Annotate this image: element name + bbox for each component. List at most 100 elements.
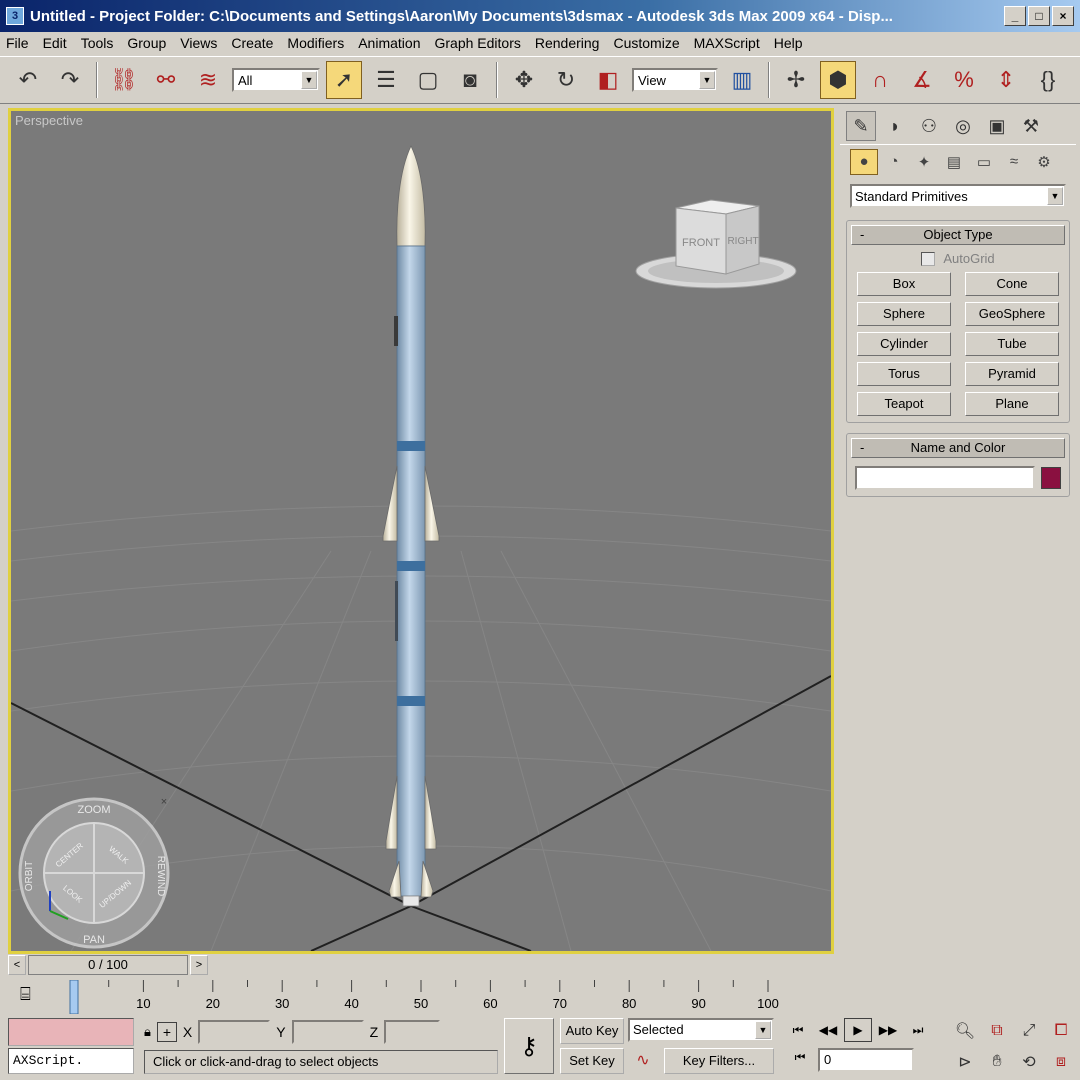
set-key-icon[interactable]: ⚷ xyxy=(504,1018,554,1074)
category-dropdown[interactable]: Standard Primitives ▼ xyxy=(850,184,1066,208)
menu-animation[interactable]: Animation xyxy=(358,35,420,51)
key-filters-button[interactable]: Key Filters... xyxy=(664,1048,774,1074)
name-and-color-header[interactable]: - Name and Color xyxy=(851,438,1065,458)
systems-icon[interactable]: ⚙ xyxy=(1030,149,1058,175)
viewcube[interactable]: FRONT RIGHT xyxy=(631,196,801,296)
track-bar[interactable]: 0102030405060708090100 xyxy=(8,980,834,1014)
previous-key-icon[interactable]: ◀◀ xyxy=(814,1018,842,1042)
viewcube-right-label[interactable]: RIGHT xyxy=(727,236,758,247)
time-marker[interactable] xyxy=(69,980,79,1014)
motion-tab-icon[interactable]: ◎ xyxy=(948,111,978,141)
hierarchy-tab-icon[interactable]: ⚇ xyxy=(914,111,944,141)
reference-coordinate-dropdown[interactable]: View ▼ xyxy=(632,68,718,92)
autogrid-checkbox[interactable] xyxy=(921,251,936,266)
menu-views[interactable]: Views xyxy=(180,35,217,51)
curve-editor-icon[interactable]: ∿ xyxy=(628,1050,658,1074)
track-bar-icon[interactable]: ⌸ xyxy=(20,984,31,1005)
zoom-extents-icon[interactable]: ⤢ xyxy=(1014,1018,1044,1044)
next-frame-arrow-icon[interactable]: > xyxy=(190,955,208,975)
rectangular-selection-icon[interactable]: ▢ xyxy=(410,61,446,99)
window-crossing-icon[interactable]: ◙ xyxy=(452,61,488,99)
cylinder-button[interactable]: Cylinder xyxy=(857,332,951,356)
select-and-link-icon[interactable]: ⛓ xyxy=(106,61,142,99)
menu-modifiers[interactable]: Modifiers xyxy=(287,35,344,51)
create-tab-icon[interactable]: ✎ xyxy=(846,111,876,141)
cameras-icon[interactable]: ▤ xyxy=(940,149,968,175)
minimize-button[interactable]: _ xyxy=(1004,6,1026,26)
z-coordinate-field[interactable] xyxy=(384,1020,441,1044)
object-color-swatch[interactable] xyxy=(1041,467,1061,489)
shapes-icon[interactable]: ◔ xyxy=(880,149,908,175)
display-tab-icon[interactable]: ▣ xyxy=(982,111,1012,141)
menu-help[interactable]: Help xyxy=(774,35,803,51)
edit-named-selection-icon[interactable]: {} xyxy=(1030,61,1066,99)
select-and-move-icon[interactable]: ✥ xyxy=(506,61,542,99)
absolute-mode-icon[interactable]: + xyxy=(156,1022,177,1042)
menu-create[interactable]: Create xyxy=(231,35,273,51)
maximize-button[interactable]: □ xyxy=(1028,6,1050,26)
app-icon[interactable]: 3 xyxy=(6,7,24,25)
snaps-toggle-icon[interactable]: ∩ xyxy=(862,61,898,99)
go-to-start-icon[interactable]: ⏮ xyxy=(784,1018,812,1042)
geometry-icon[interactable]: ● xyxy=(850,148,878,175)
auto-key-button[interactable]: Auto Key xyxy=(560,1018,624,1044)
tube-button[interactable]: Tube xyxy=(965,332,1059,356)
select-and-scale-icon[interactable]: ◧ xyxy=(590,61,626,99)
sphere-button[interactable]: Sphere xyxy=(857,302,951,326)
y-coordinate-field[interactable] xyxy=(291,1020,364,1044)
menu-rendering[interactable]: Rendering xyxy=(535,35,600,51)
steering-wheel[interactable]: ZOOM PAN ORBIT REWIND CENTER WALK LOOK U… xyxy=(16,791,176,951)
maxscript-mini-listener-top[interactable] xyxy=(8,1018,134,1046)
pan-view-icon[interactable]: ✋︎ xyxy=(982,1049,1012,1075)
modify-tab-icon[interactable]: ◗ xyxy=(880,111,910,141)
cone-button[interactable]: Cone xyxy=(965,272,1059,296)
teapot-button[interactable]: Teapot xyxy=(857,392,951,416)
play-icon[interactable]: ▶ xyxy=(844,1018,872,1042)
wheel-orbit-label[interactable]: ORBIT xyxy=(24,861,35,892)
go-to-end-icon[interactable]: ⏭ xyxy=(904,1018,932,1042)
lock-selection-icon[interactable]: 🔒︎ xyxy=(144,1024,151,1040)
object-type-header[interactable]: - Object Type xyxy=(851,225,1065,245)
menu-file[interactable]: File xyxy=(6,35,29,51)
zoom-icon[interactable]: 🔍︎ xyxy=(950,1018,980,1044)
select-by-name-icon[interactable]: ☰ xyxy=(368,61,404,99)
x-coordinate-field[interactable] xyxy=(198,1020,271,1044)
time-slider-thumb[interactable]: 0 / 100 xyxy=(28,955,188,975)
spinner-snap-icon[interactable]: ⇕ xyxy=(988,61,1024,99)
menu-customize[interactable]: Customize xyxy=(613,35,679,51)
select-object-icon[interactable]: ➚ xyxy=(326,61,362,99)
helpers-icon[interactable]: ▭ xyxy=(970,149,998,175)
geosphere-button[interactable]: GeoSphere xyxy=(965,302,1059,326)
pyramid-button[interactable]: Pyramid xyxy=(965,362,1059,386)
viewcube-front-label[interactable]: FRONT xyxy=(682,237,720,249)
key-mode-toggle-icon[interactable]: ⏮ xyxy=(788,1050,812,1072)
close-button[interactable]: × xyxy=(1052,6,1074,26)
box-button[interactable]: Box xyxy=(857,272,951,296)
space-warps-icon[interactable]: ≈ xyxy=(1000,149,1028,175)
menu-edit[interactable]: Edit xyxy=(43,35,67,51)
redo-icon[interactable]: ↷ xyxy=(52,61,88,99)
set-key-button[interactable]: Set Key xyxy=(560,1048,624,1074)
viewport-label[interactable]: Perspective xyxy=(15,113,83,128)
key-mode-dropdown[interactable]: Selected ▼ xyxy=(628,1018,774,1042)
plane-button[interactable]: Plane xyxy=(965,392,1059,416)
zoom-extents-all-icon[interactable]: ⧠ xyxy=(1046,1018,1076,1044)
zoom-all-icon[interactable]: ⧉ xyxy=(982,1018,1012,1044)
wheel-rewind-label[interactable]: REWIND xyxy=(155,856,166,897)
torus-button[interactable]: Torus xyxy=(857,362,951,386)
maximize-viewport-icon[interactable]: ⧈ xyxy=(1046,1049,1076,1075)
object-name-field[interactable] xyxy=(855,466,1035,490)
bind-to-space-warp-icon[interactable]: ≋ xyxy=(190,61,226,99)
field-of-view-icon[interactable]: ⊳ xyxy=(950,1049,980,1075)
wheel-pan-label[interactable]: PAN xyxy=(83,934,105,946)
autogrid-checkbox-row[interactable]: AutoGrid xyxy=(851,251,1065,266)
menu-group[interactable]: Group xyxy=(127,35,166,51)
wheel-zoom-label[interactable]: ZOOM xyxy=(78,804,111,816)
previous-frame-arrow-icon[interactable]: < xyxy=(8,955,26,975)
menu-tools[interactable]: Tools xyxy=(81,35,114,51)
maxscript-mini-listener[interactable]: AXScript. xyxy=(8,1048,134,1074)
angle-snap-icon[interactable]: ∡ xyxy=(904,61,940,99)
undo-icon[interactable]: ↶ xyxy=(10,61,46,99)
menu-graph-editors[interactable]: Graph Editors xyxy=(434,35,520,51)
perspective-viewport[interactable]: Perspective FRONT RIGHT ZOOM PAN ORBIT R… xyxy=(8,108,834,954)
